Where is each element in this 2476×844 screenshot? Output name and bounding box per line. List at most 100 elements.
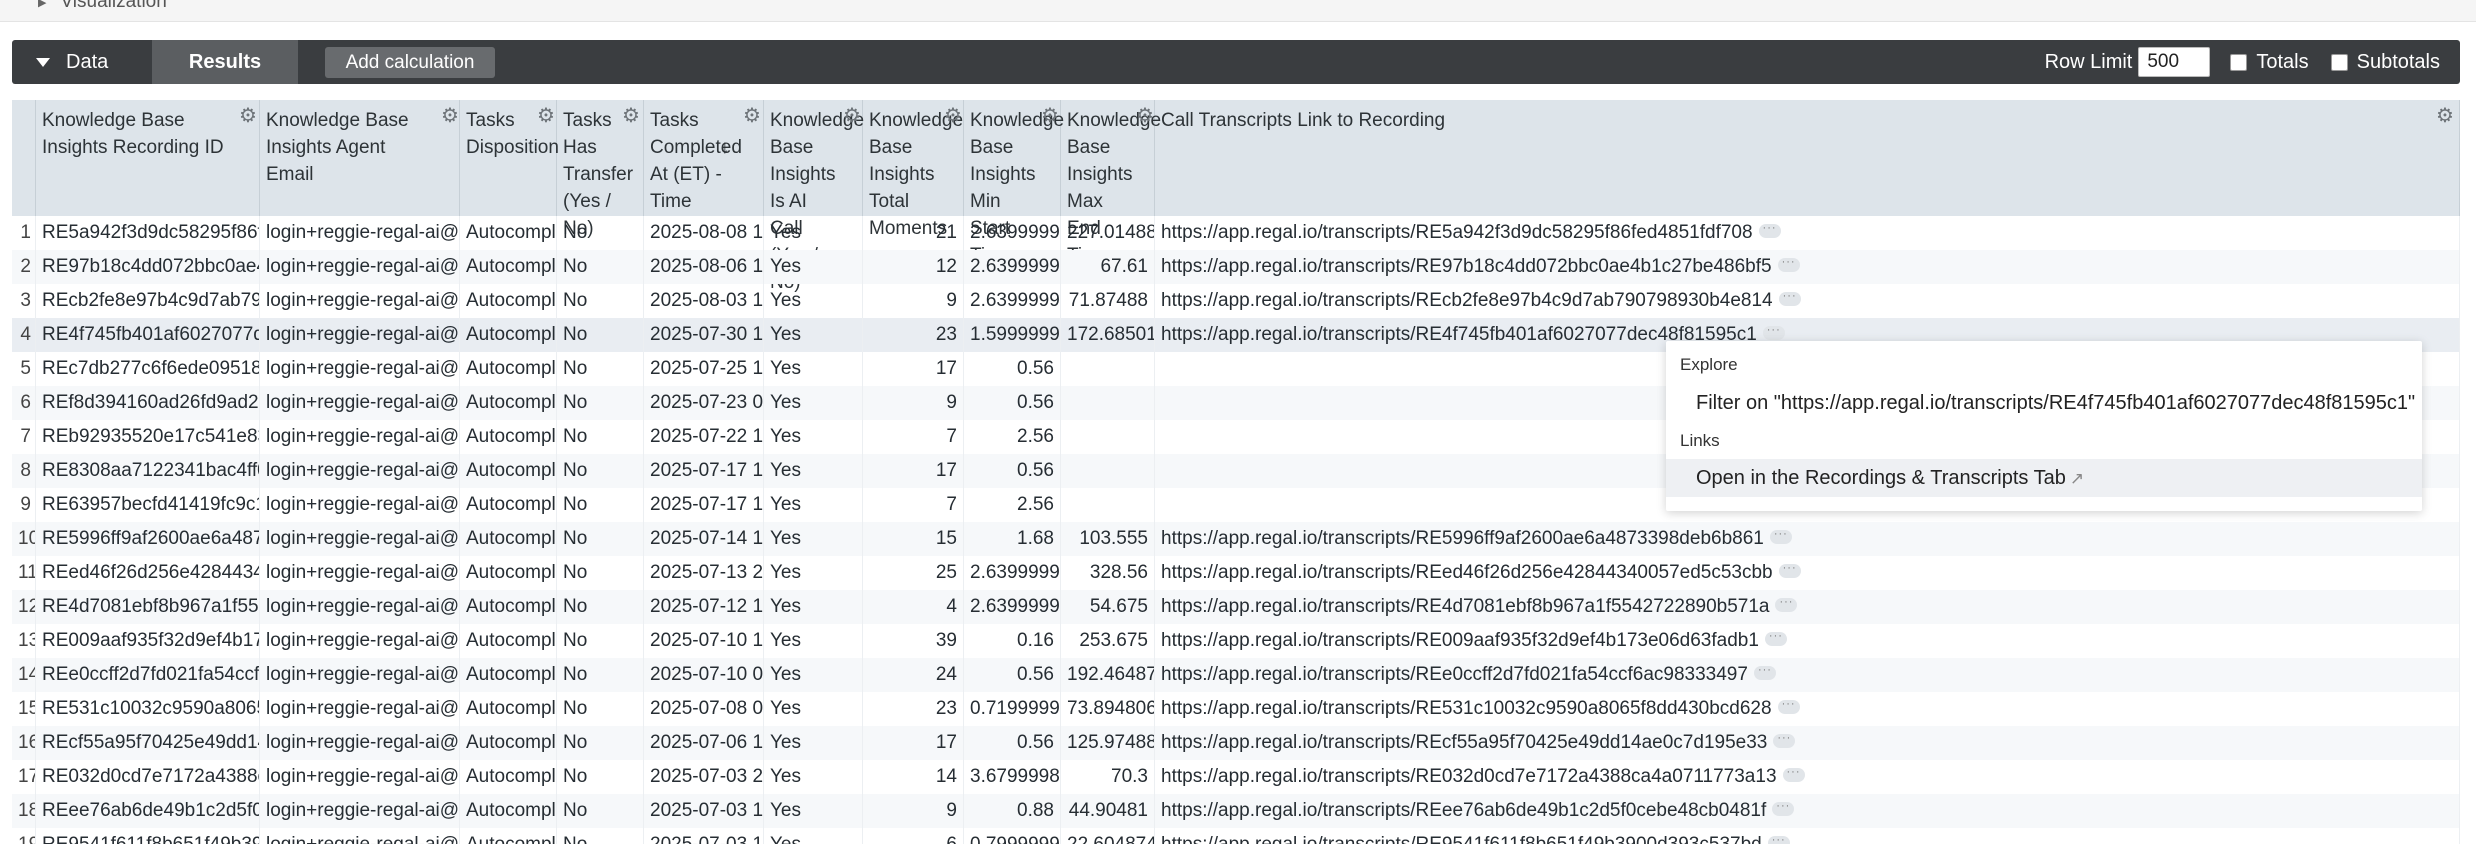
gear-icon[interactable]: ⚙ — [742, 106, 762, 126]
more-options-icon[interactable]: ··· — [1769, 528, 1792, 544]
cell-email-value: login+reggie-regal-ai@regalvoice.com — [266, 596, 460, 617]
column-header[interactable]: Tasks Completed At (ET) - Time ↓ ⚙ — [644, 100, 764, 216]
cell-email: login+reggie-regal-ai@regalvoice.com — [260, 250, 460, 284]
gear-icon[interactable]: ⚙ — [536, 106, 556, 126]
gear-icon[interactable]: ⚙ — [621, 106, 641, 126]
cell-min_start: 0.56 — [964, 454, 1061, 488]
row-limit-input[interactable] — [2138, 47, 2211, 77]
gear-icon[interactable]: ⚙ — [842, 106, 862, 126]
more-options-icon[interactable]: ··· — [1753, 664, 1776, 680]
more-options-icon[interactable]: ··· — [1777, 256, 1800, 272]
cell-disp-value: Autocomplete — [466, 834, 556, 844]
table-row[interactable]: 2 RE97b18c4dd072bbc0ae4b1c27be486bf5 login… — [12, 250, 2460, 284]
cell-min_start-value: 2.56 — [1017, 494, 1054, 515]
gear-icon[interactable]: ⚙ — [2435, 106, 2455, 126]
visualization-toggle[interactable]: ▶ Visualization — [38, 0, 167, 13]
open-recordings-link[interactable]: Open in the Recordings & Transcripts Tab… — [1666, 459, 2422, 497]
cell-link[interactable]: https://app.regal.io/transcripts/REcb2fe… — [1155, 284, 2460, 318]
table-row[interactable]: 11 REed46f26d256e42844340057ed5c53cbb logi… — [12, 556, 2460, 590]
subtotals-checkbox[interactable]: Subtotals — [2330, 51, 2440, 74]
gear-icon[interactable]: ⚙ — [440, 106, 460, 126]
cell-completed: 2025-07-03 22:55:32 — [644, 760, 764, 794]
cell-ai: Yes — [764, 828, 863, 844]
table-row[interactable]: 16 REcf55a95f70425e49dd14ae0c7d195e33 logi… — [12, 726, 2460, 760]
cell-moments: 12 — [863, 250, 964, 284]
table-row[interactable]: 3 REcb2fe8e97b4c9d7ab790798930b4e814 login… — [12, 284, 2460, 318]
subtotals-checkbox-box[interactable] — [2330, 53, 2348, 71]
table-row[interactable]: 17 RE032d0cd7e7172a4388ca4a0711773a13 logi… — [12, 760, 2460, 794]
cell-email: login+reggie-regal-ai@regalvoice.com — [260, 488, 460, 522]
tab-results[interactable]: Results — [152, 40, 298, 84]
column-header[interactable]: Call Transcripts Link to Recording ⚙ — [1155, 100, 2460, 216]
column-header[interactable]: Tasks Has Transfer (Yes / No) ⚙ — [557, 100, 644, 239]
cell-min_start: 2.56 — [964, 420, 1061, 454]
cell-email: login+reggie-regal-ai@regalvoice.com — [260, 590, 460, 624]
more-options-icon[interactable]: ··· — [1777, 698, 1800, 714]
cell-moments-value: 15 — [935, 528, 957, 549]
cell-completed-value: 2025-07-23 02:52:02 — [650, 392, 764, 413]
more-options-icon[interactable]: ··· — [1782, 766, 1805, 782]
table-row[interactable]: 10 RE5996ff9af2600ae6a4873398deb6b861 logi… — [12, 522, 2460, 556]
cell-link[interactable]: https://app.regal.io/transcripts/REed46f… — [1155, 556, 2460, 590]
cell-ai: Yes — [764, 794, 863, 828]
more-options-icon[interactable]: ··· — [1764, 630, 1787, 646]
totals-checkbox-box[interactable] — [2230, 53, 2248, 71]
table-row[interactable]: 1 RE5a942f3d9dc58295f86fed4851fdf708 login… — [12, 216, 2460, 250]
column-header[interactable]: Tasks Disposition ⚙ — [460, 100, 559, 216]
cell-disp-value: Autocomplete — [466, 358, 556, 379]
cell-link[interactable]: https://app.regal.io/transcripts/RE531c1… — [1155, 692, 2460, 726]
column-header[interactable]: Knowledge Base Insights Max End Time⚙ — [1061, 100, 1161, 266]
more-options-icon[interactable]: ··· — [1778, 562, 1801, 578]
cell-link[interactable]: https://app.regal.io/transcripts/REcf55a… — [1155, 726, 2460, 760]
column-header[interactable]: Knowledge Base Insights Agent Email ⚙ — [260, 100, 460, 216]
more-options-icon[interactable]: ··· — [1773, 732, 1796, 748]
table-row[interactable]: 18 REee76ab6de49b1c2d5f0cebe48cb0481f logi… — [12, 794, 2460, 828]
cell-completed-value: 2025-08-03 11:16:55 — [650, 290, 763, 311]
cell-action-menu: Explore Filter on "https://app.regal.io/… — [1666, 341, 2422, 511]
table-row[interactable]: 12 RE4d7081ebf8b967a1f5542722890b571a logi… — [12, 590, 2460, 624]
cell-link[interactable]: https://app.regal.io/transcripts/RE5996f… — [1155, 522, 2460, 556]
cell-link[interactable]: https://app.regal.io/transcripts/RE5a942… — [1155, 216, 2460, 250]
gear-icon[interactable]: ⚙ — [943, 106, 963, 126]
gear-icon[interactable]: ⚙ — [1135, 106, 1155, 126]
column-header[interactable]: Knowledge Base Insights Is AI Call (Yes … — [764, 100, 864, 293]
cell-link[interactable]: https://app.regal.io/transcripts/REee76a… — [1155, 794, 2460, 828]
cell-completed-value: 2025-07-06 14:50:49 — [650, 732, 764, 753]
table-row[interactable]: 13 RE009aaf935f32d9ef4b173e06d63fadb1 logi… — [12, 624, 2460, 658]
cell-link[interactable]: https://app.regal.io/transcripts/RE9541f… — [1155, 828, 2460, 844]
column-header[interactable]: Knowledge Base Insights Recording ID ⚙ — [36, 100, 260, 216]
cell-disp-value: Autocomplete — [466, 256, 556, 277]
table-row[interactable]: 14 REe0ccff2d7fd021fa54ccf6ac98333497 logi… — [12, 658, 2460, 692]
table-row[interactable]: 15 RE531c10032c9590a8065f8dd430bcd628 logi… — [12, 692, 2460, 726]
more-options-icon[interactable]: ··· — [1775, 596, 1798, 612]
more-options-icon[interactable]: ··· — [1772, 800, 1795, 816]
more-options-icon[interactable]: ··· — [1767, 834, 1790, 844]
cell-transfer-value: No — [563, 358, 588, 379]
more-options-icon[interactable]: ··· — [1758, 222, 1781, 238]
cell-max_end-value: 70.3 — [1111, 766, 1148, 787]
cell-max_end-value: 73.894806 — [1067, 698, 1155, 719]
column-header[interactable]: Knowledge Base Insights Min Start Time⚙ — [964, 100, 1064, 266]
gear-icon[interactable]: ⚙ — [238, 106, 258, 126]
cell-link[interactable]: https://app.regal.io/transcripts/RE97b18… — [1155, 250, 2460, 284]
cell-completed: 2025-07-17 16:31:56 — [644, 454, 764, 488]
cell-min_start: 2.6399999 — [964, 250, 1061, 284]
cell-link[interactable]: https://app.regal.io/transcripts/RE032d0… — [1155, 760, 2460, 794]
column-header[interactable]: Knowledge Base Insights Total Moments ⚙ — [863, 100, 964, 239]
cell-link[interactable]: https://app.regal.io/transcripts/RE009aa… — [1155, 624, 2460, 658]
add-calculation-button[interactable]: Add calculation — [325, 47, 495, 78]
cell-ai: Yes — [764, 556, 863, 590]
cell-n: 4 — [12, 318, 36, 352]
more-options-icon[interactable]: ··· — [1762, 324, 1785, 340]
table-row[interactable]: 19 RE9541f611f8b651f49b3900d393c537bd logi… — [12, 828, 2460, 844]
gear-icon[interactable]: ⚙ — [1040, 106, 1060, 126]
tab-data[interactable]: Data — [12, 40, 152, 84]
more-options-icon[interactable]: ··· — [1778, 290, 1801, 306]
filter-on-value-item[interactable]: Filter on "https://app.regal.io/transcri… — [1666, 385, 2422, 421]
totals-checkbox[interactable]: Totals — [2230, 51, 2309, 74]
cell-link[interactable]: https://app.regal.io/transcripts/REe0ccf… — [1155, 658, 2460, 692]
cell-transfer: No — [557, 250, 644, 284]
cell-id-value: RE97b18c4dd072bbc0ae4b1c27be486bf5 — [42, 256, 259, 277]
cell-link[interactable]: https://app.regal.io/transcripts/RE4d708… — [1155, 590, 2460, 624]
cell-id: REcf55a95f70425e49dd14ae0c7d195e33 — [36, 726, 260, 760]
